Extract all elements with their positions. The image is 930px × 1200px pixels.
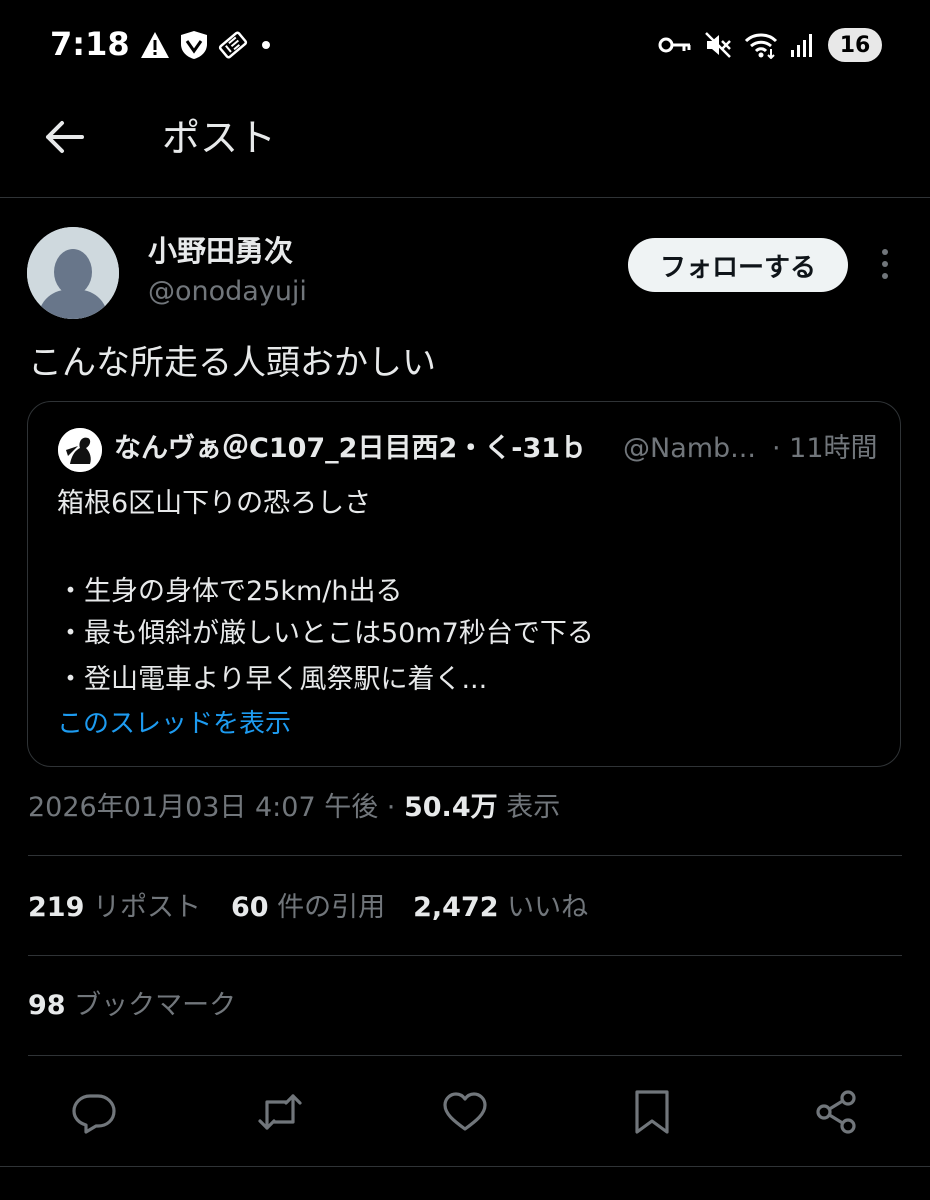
post-meta: 2026年01月03日 4:07 午後 · 50.4万 表示 — [28, 788, 560, 828]
bookmark-icon[interactable] — [628, 1088, 676, 1136]
warning-icon — [140, 31, 170, 59]
quote-author-handle: @Namb... — [623, 433, 756, 464]
likes-count: 2,472 — [413, 892, 499, 923]
reposts-label: リポスト — [84, 892, 201, 923]
quote-author-name: なんヴぁ＠C107_2日目西2・く-31ｂ — [114, 433, 588, 464]
bookmarks-stat[interactable]: 98 ブックマーク — [28, 986, 236, 1026]
page-title: ポスト — [162, 116, 277, 160]
view-count: 50.4万 — [403, 792, 498, 823]
reposts-count: 219 — [28, 892, 85, 923]
repost-icon[interactable] — [256, 1088, 304, 1136]
quotes-count: 60 — [230, 892, 269, 923]
author-handle[interactable]: @onodayuji — [148, 275, 307, 309]
quote-timestamp: · 11時間 — [772, 433, 878, 464]
quote-text-line: ・最も傾斜が厳しいとこは50m7秒台で下る — [57, 618, 594, 649]
quote-text-line: 箱根6区山下りの恐ろしさ — [57, 488, 372, 519]
more-options-icon[interactable] — [872, 246, 898, 282]
mute-icon — [704, 31, 732, 59]
quote-text-line: ・生身の身体で25km/h出る — [57, 576, 403, 607]
bookmarks-label: ブックマーク — [65, 990, 237, 1021]
likes-label: いいね — [498, 892, 589, 923]
vpn-shield-icon — [180, 30, 208, 60]
reply-icon[interactable] — [70, 1088, 118, 1136]
likes-stat[interactable]: 2,472 いいね — [413, 888, 588, 928]
author-name[interactable]: 小野田勇次 — [148, 232, 293, 270]
quote-author-avatar — [58, 428, 102, 472]
divider — [28, 1055, 902, 1056]
battery-indicator: 16 — [828, 28, 882, 62]
back-arrow-icon[interactable] — [44, 116, 86, 158]
status-time: 7:18 — [50, 25, 130, 63]
divider — [28, 855, 902, 856]
wifi-icon — [744, 31, 778, 59]
like-heart-icon[interactable] — [441, 1088, 489, 1136]
status-left-icons — [140, 30, 274, 60]
share-icon[interactable] — [812, 1088, 860, 1136]
quotes-stat[interactable]: 60 件の引用 — [231, 888, 385, 928]
status-right-icons: 16 — [658, 28, 882, 62]
author-avatar[interactable] — [27, 227, 119, 319]
post-datetime: 2026年01月03日 4:07 午後 · — [28, 792, 404, 823]
post-text: こんな所走る人頭おかしい — [28, 343, 436, 383]
divider — [0, 1166, 930, 1167]
ticket-icon — [218, 30, 248, 60]
divider — [28, 955, 902, 956]
follow-button[interactable]: フォローする — [628, 238, 848, 292]
quotes-label: 件の引用 — [268, 892, 386, 923]
view-label: 表示 — [497, 792, 561, 823]
bookmarks-count: 98 — [28, 990, 66, 1021]
engagement-stats: 219 リポスト 60 件の引用 2,472 いいね — [28, 888, 588, 928]
key-icon — [658, 35, 692, 55]
signal-icon — [790, 32, 816, 58]
dot-icon — [258, 37, 274, 53]
header-divider — [0, 197, 930, 198]
reposts-stat[interactable]: 219 リポスト — [28, 888, 201, 928]
quote-text-line: ・登山電車より早く風祭駅に着く... — [57, 664, 488, 695]
show-thread-link[interactable]: このスレッドを表示 — [57, 705, 291, 743]
